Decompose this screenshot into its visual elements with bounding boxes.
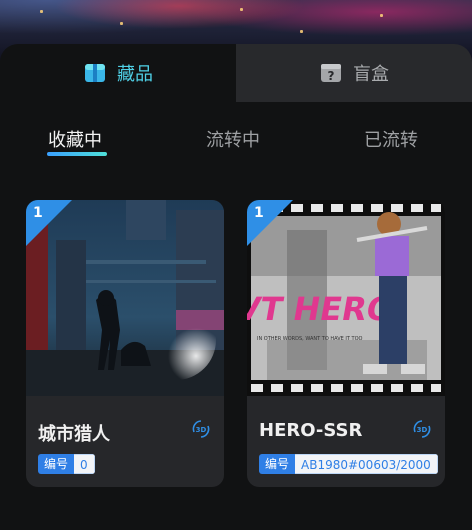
banner-light — [120, 22, 123, 25]
serial-label: 编号 — [259, 454, 296, 474]
svg-text:?: ? — [328, 69, 335, 83]
rank-badge-number: 1 — [254, 205, 264, 221]
sub-tab-transferred[interactable]: 已流转 — [364, 126, 418, 152]
card-title: HERO-SSR — [259, 420, 363, 441]
tab-blindbox-label: 盲盒 — [353, 64, 389, 85]
banner-light — [40, 10, 43, 13]
serial-number-tag: 编号 AB1980#00603/2000 — [259, 454, 438, 474]
serial-number-tag: 编号 0 — [38, 454, 95, 474]
tab-collection[interactable]: 藏品 — [0, 44, 236, 102]
banner-light — [240, 8, 243, 11]
sub-tab-active-underline — [47, 152, 107, 156]
svg-text:IN OTHER WORDS, WANT TO HAVE I: IN OTHER WORDS, WANT TO HAVE IT TOO — [257, 336, 363, 342]
collection-card[interactable]: VT HERO IN OTHER WORDS, WANT TO HAVE IT … — [247, 200, 445, 487]
svg-text:VT HERO: VT HERO — [247, 290, 397, 328]
banner-light — [300, 30, 303, 33]
collection-box-icon — [85, 64, 105, 82]
blindbox-question-icon: ? — [321, 64, 341, 83]
status-sub-tabs: 收藏中 流转中 已流转 — [0, 126, 472, 166]
view-3d-icon[interactable]: 3D — [411, 418, 433, 440]
sub-tab-collecting[interactable]: 收藏中 — [48, 126, 102, 152]
view-3d-icon[interactable]: 3D — [190, 418, 212, 440]
top-tab-bar: 藏品 ? 盲盒 — [0, 44, 472, 102]
tab-collection-label: 藏品 — [117, 64, 153, 85]
tab-blindbox[interactable]: ? 盲盒 — [236, 44, 472, 102]
card-title: 城市猎人 — [38, 424, 110, 445]
collection-card[interactable]: 1 城市猎人 3D 编号 0 — [26, 200, 224, 487]
sub-tab-transferring[interactable]: 流转中 — [206, 126, 260, 152]
banner-light — [380, 14, 383, 17]
rank-badge-number: 1 — [33, 205, 43, 221]
svg-text:3D: 3D — [417, 426, 428, 434]
svg-text:3D: 3D — [196, 426, 207, 434]
serial-label: 编号 — [38, 454, 75, 474]
serial-value: 0 — [74, 454, 95, 474]
serial-value: AB1980#00603/2000 — [295, 454, 438, 474]
